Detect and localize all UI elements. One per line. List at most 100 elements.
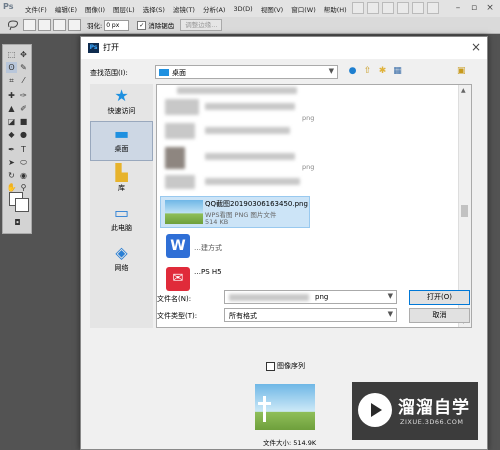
menu-file[interactable]: 文件(F) [25, 4, 47, 14]
blurred-thumb [165, 175, 195, 189]
refine-edge-button[interactable]: 调整边缘... [180, 19, 223, 31]
eyedropper-icon[interactable]: ⁄ [18, 75, 29, 86]
file-name: …PS H5 [194, 268, 222, 276]
history-brush-icon[interactable]: ✐ [18, 103, 29, 114]
menu-help[interactable]: 帮助(H) [324, 4, 347, 14]
move-icon[interactable]: ✥ [18, 49, 29, 60]
filetype-select[interactable]: 所有格式 ▼ [224, 308, 397, 322]
menu-image[interactable]: 图像(I) [85, 4, 105, 14]
hand-button[interactable] [397, 2, 409, 14]
pen-icon[interactable]: ✒ [6, 144, 17, 155]
scroll-up-icon[interactable]: ▲ [461, 87, 466, 94]
file-size: 514 KB [205, 218, 229, 226]
healing-icon[interactable]: ✚ [6, 90, 17, 101]
window-controls: – ▫ × [450, 0, 498, 16]
stamp-icon[interactable]: ▲ [6, 103, 17, 114]
file-item-selected[interactable]: QQ截图20190306163450.png WPS看图 PNG 图片文件 51… [160, 196, 310, 228]
antialias-checkbox[interactable]: ✓ [137, 20, 147, 30]
lasso-tool-icon[interactable] [6, 19, 20, 31]
watermark: 溜溜自学 ZIXUE.3D66.COM [352, 382, 478, 440]
screen-mode-button[interactable] [427, 2, 439, 14]
options-bar: 羽化: 0 px ✓ 消除锯齿 调整边缘... [0, 17, 500, 34]
filetype-label: 文件类型(T): [157, 312, 198, 320]
preview-cross [263, 396, 266, 422]
minimize-icon[interactable]: – [450, 0, 466, 16]
menu-edit[interactable]: 编辑(E) [55, 4, 77, 14]
preview-cross-bar [258, 402, 271, 405]
nav-toolbar: ● ⇧ ✱ ▦ [347, 66, 403, 77]
feather-input[interactable]: 0 px [104, 19, 130, 31]
network-icon: ◈ [115, 243, 128, 262]
desktop-folder-icon [159, 69, 169, 76]
open-button[interactable]: 打开(O) [409, 290, 470, 305]
menu-analysis[interactable]: 分析(A) [203, 4, 226, 14]
place-label: 此电脑 [111, 224, 132, 232]
menu-view[interactable]: 视图(V) [261, 4, 284, 14]
add-selection-icon[interactable] [38, 19, 51, 31]
place-network[interactable]: ◈ 网络 [90, 241, 153, 281]
dodge-icon[interactable]: ● [18, 129, 29, 140]
intersect-selection-icon[interactable] [68, 19, 81, 31]
new-selection-icon[interactable] [23, 19, 36, 31]
3d-orbit-icon[interactable]: ◉ [18, 170, 29, 181]
arrange-button[interactable] [412, 2, 424, 14]
lasso-icon[interactable]: ʘ [6, 62, 17, 73]
path-select-icon[interactable]: ➤ [6, 157, 17, 168]
filename-value: png [315, 293, 329, 301]
menu-3d[interactable]: 3D(D) [233, 5, 252, 13]
back-icon[interactable]: ● [347, 66, 358, 77]
filename-fragment: png [302, 114, 315, 122]
folder-options-icon[interactable]: ▣ [457, 66, 469, 77]
maximize-icon[interactable]: ▫ [466, 0, 482, 16]
image-sequence-checkbox[interactable] [266, 361, 275, 371]
minibridge-button[interactable] [367, 2, 379, 14]
file-item[interactable]: W …建方式 [160, 231, 310, 263]
background-color-swatch[interactable] [15, 198, 29, 212]
menu-select[interactable]: 选择(S) [143, 4, 165, 14]
computer-icon: ▭ [113, 203, 130, 222]
new-folder-icon[interactable]: ✱ [377, 66, 388, 77]
chevron-down-icon: ▼ [328, 67, 334, 75]
3d-rotate-icon[interactable]: ↻ [6, 170, 17, 181]
subtract-selection-icon[interactable] [53, 19, 66, 31]
filename-fragment: png [302, 163, 315, 171]
quick-mask-icon[interactable]: ◘ [12, 217, 23, 228]
menu-filter[interactable]: 滤镜(T) [173, 4, 195, 14]
quick-select-icon[interactable]: ✎ [18, 62, 29, 73]
close-app-icon[interactable]: × [482, 0, 498, 16]
brush-icon[interactable]: ✑ [18, 90, 29, 101]
dialog-close-icon[interactable]: × [471, 40, 481, 54]
marquee-icon[interactable]: ⬚ [6, 49, 17, 60]
place-quick-access[interactable]: ★ 快速访问 [90, 84, 153, 124]
place-this-pc[interactable]: ▭ 此电脑 [90, 201, 153, 241]
place-library[interactable]: ▙ 库 [90, 161, 153, 201]
eraser-icon[interactable]: ◪ [6, 116, 17, 127]
blur-icon[interactable]: ◆ [6, 129, 17, 140]
zoom-level-button[interactable] [382, 2, 394, 14]
type-icon[interactable]: T [18, 144, 29, 155]
crop-icon[interactable]: ⌗ [6, 75, 17, 86]
antialias-label: 消除锯齿 [148, 22, 175, 30]
cancel-button[interactable]: 取消 [409, 308, 470, 323]
menu-layer[interactable]: 图层(L) [113, 4, 135, 14]
place-desktop[interactable]: ▬ 桌面 [90, 121, 153, 161]
preview-file-size: 文件大小: 514.9K [263, 439, 317, 447]
blurred-row [177, 87, 297, 94]
filename-input[interactable]: png ▼ [224, 290, 397, 304]
up-folder-icon[interactable]: ⇧ [362, 66, 373, 77]
gradient-icon[interactable]: ■ [18, 116, 29, 127]
ps-app-icon: Ps [88, 43, 99, 53]
bridge-button[interactable] [352, 2, 364, 14]
view-menu-icon[interactable]: ▦ [392, 66, 403, 77]
menu-window[interactable]: 窗口(W) [291, 4, 316, 14]
scroll-thumb[interactable] [461, 205, 468, 217]
shape-icon[interactable]: ⬭ [18, 157, 29, 168]
chevron-down-icon[interactable]: ▼ [388, 292, 393, 300]
look-in-combo[interactable]: 桌面 ▼ [155, 65, 338, 79]
filetype-value: 所有格式 [229, 312, 257, 320]
image-sequence-option[interactable]: 图像序列 [266, 361, 305, 371]
image-sequence-label: 图像序列 [277, 362, 305, 370]
play-logo-icon [358, 393, 392, 427]
place-label: 快速访问 [107, 107, 136, 115]
chevron-down-icon[interactable]: ▼ [388, 310, 393, 318]
